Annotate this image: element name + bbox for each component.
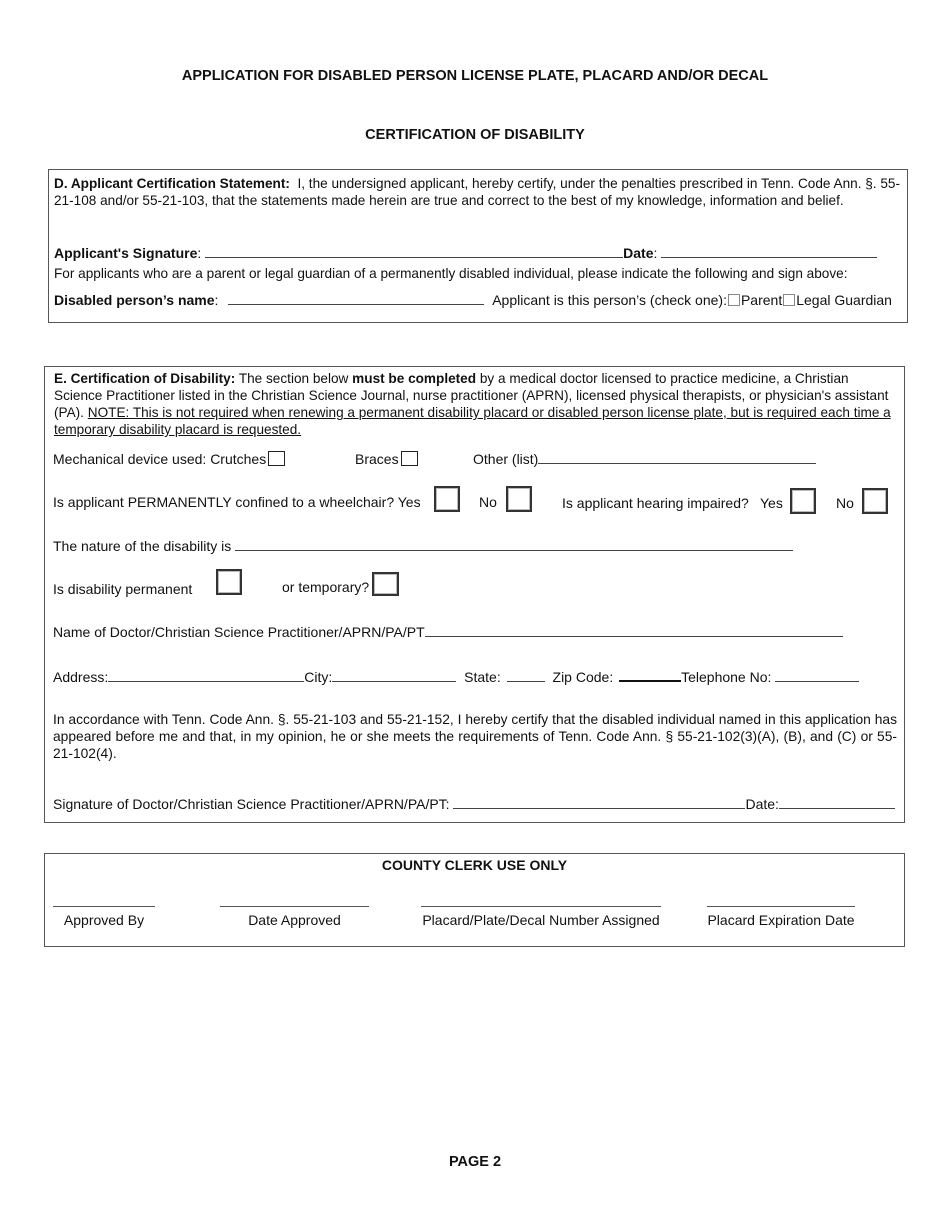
- section-e-intro-text: The section below: [238, 371, 349, 386]
- hearing-yes-label: Yes: [760, 495, 783, 511]
- applicant-date-field[interactable]: [661, 245, 878, 258]
- doctor-name-label: Name of Doctor/Christian Science Practit…: [53, 624, 425, 640]
- wheelchair-no-label: No: [479, 494, 497, 510]
- hearing-no-label: No: [836, 495, 854, 511]
- permanent-checkbox[interactable]: [216, 569, 242, 595]
- number-assigned-line: [421, 906, 661, 907]
- crutches-checkbox[interactable]: [268, 451, 286, 466]
- date-approved-field[interactable]: Date Approved: [220, 906, 369, 928]
- date-approved-line: [220, 906, 369, 907]
- page-number: PAGE 2: [448, 1154, 502, 1170]
- applicant-signature-label: Applicant's Signature: [54, 245, 198, 261]
- section-e-intro-emphasis: must be completed: [352, 371, 477, 386]
- approved-by-field[interactable]: Approved By: [53, 906, 155, 928]
- doctor-date-field[interactable]: [778, 796, 895, 809]
- nature-field[interactable]: [235, 538, 794, 551]
- section-e-heading: E. Certification of Disability:: [54, 371, 236, 386]
- date-approved-label: Date Approved: [248, 912, 341, 928]
- applicant-signature-row: Applicant's Signature: Date:: [54, 245, 878, 261]
- braces-checkbox[interactable]: [400, 451, 418, 466]
- state-field[interactable]: [506, 669, 545, 682]
- legal-guardian-checkbox[interactable]: [783, 294, 796, 306]
- form-title: APPLICATION FOR DISABLED PERSON LICENSE …: [181, 68, 769, 84]
- nature-label: The nature of the disability is: [53, 538, 232, 554]
- hearing-question: Is applicant hearing impaired?: [562, 495, 749, 511]
- other-device-field[interactable]: [538, 451, 817, 464]
- number-assigned-label: Placard/Plate/Decal Number Assigned: [422, 912, 660, 928]
- zip-field[interactable]: [619, 668, 682, 682]
- address-label: Address:: [53, 669, 109, 685]
- other-device-label: Other (list): [473, 451, 539, 467]
- nature-of-disability-row: The nature of the disability is: [53, 538, 794, 554]
- approved-by-label: Approved By: [63, 912, 145, 928]
- legal-guardian-label: Legal Guardian: [796, 292, 892, 308]
- approved-by-line: [53, 906, 155, 907]
- city-field[interactable]: [332, 669, 457, 682]
- guardian-instruction: For applicants who are a parent or legal…: [54, 266, 848, 281]
- disabled-name-label: Disabled person’s name: [54, 292, 215, 308]
- temporary-label: or temporary?: [282, 579, 370, 595]
- section-e-note: NOTE: This is not required when renewing…: [54, 405, 891, 437]
- temporary-checkbox[interactable]: [372, 572, 399, 596]
- telephone-field[interactable]: [775, 669, 860, 682]
- section-d-statement: D. Applicant Certification Statement: I,…: [54, 175, 900, 209]
- disabled-person-row: Disabled person’s name: Applicant is thi…: [54, 292, 892, 308]
- county-clerk-section: COUNTY CLERK USE ONLY Approved By Date A…: [44, 853, 905, 947]
- form-subtitle: CERTIFICATION OF DISABILITY: [365, 127, 585, 143]
- doctor-date-label: Date:: [745, 796, 779, 812]
- number-assigned-field[interactable]: Placard/Plate/Decal Number Assigned: [421, 906, 661, 928]
- doctor-signature-field[interactable]: [453, 796, 746, 809]
- applicant-date-label: Date: [623, 245, 654, 261]
- section-e-certification-of-disability: E. Certification of Disability: The sect…: [44, 366, 905, 823]
- section-d-applicant-certification: D. Applicant Certification Statement: I,…: [48, 169, 908, 323]
- applicant-signature-field[interactable]: [205, 245, 624, 258]
- expiration-date-field[interactable]: Placard Expiration Date: [707, 906, 855, 928]
- relationship-prompt: Applicant is this person’s (check one):: [492, 292, 727, 308]
- expiration-date-label: Placard Expiration Date: [707, 912, 855, 928]
- wheelchair-yes-checkbox[interactable]: [434, 486, 460, 512]
- state-label: State:: [464, 669, 501, 685]
- doctor-signature-label: Signature of Doctor/Christian Science Pr…: [53, 796, 450, 812]
- braces-row: Braces: [355, 451, 418, 467]
- parent-label: Parent: [740, 292, 783, 308]
- wheelchair-question: Is applicant PERMANENTLY confined to a w…: [53, 494, 421, 510]
- city-label: City:: [304, 669, 333, 685]
- county-clerk-heading: COUNTY CLERK USE ONLY: [381, 857, 568, 873]
- parent-checkbox[interactable]: [727, 294, 740, 306]
- address-row: Address: City: State: Zip Code: Telephone…: [53, 668, 860, 685]
- crutches-label: Mechanical device used: Crutches: [53, 451, 267, 467]
- doctor-certification-text: In accordance with Tenn. Code Ann. §. 55…: [53, 712, 897, 761]
- expiration-date-line: [707, 906, 855, 907]
- hearing-yes-checkbox[interactable]: [790, 488, 816, 514]
- address-field[interactable]: [108, 669, 305, 682]
- telephone-label: Telephone No:: [681, 669, 772, 685]
- doctor-signature-row: Signature of Doctor/Christian Science Pr…: [53, 796, 895, 812]
- mechanical-device-row: Mechanical device used: Crutches: [53, 451, 286, 467]
- doctor-name-field[interactable]: [424, 624, 843, 637]
- disabled-name-field[interactable]: [228, 292, 485, 305]
- braces-label: Braces: [355, 451, 399, 467]
- zip-label: Zip Code:: [552, 669, 614, 685]
- section-e-intro: E. Certification of Disability: The sect…: [54, 370, 894, 438]
- other-device-row: Other (list): [473, 451, 817, 467]
- section-d-heading: D. Applicant Certification Statement:: [54, 176, 290, 191]
- wheelchair-no-checkbox[interactable]: [506, 486, 532, 512]
- permanent-label: Is disability permanent: [53, 581, 193, 597]
- hearing-no-checkbox[interactable]: [862, 488, 888, 514]
- doctor-name-row: Name of Doctor/Christian Science Practit…: [53, 624, 843, 640]
